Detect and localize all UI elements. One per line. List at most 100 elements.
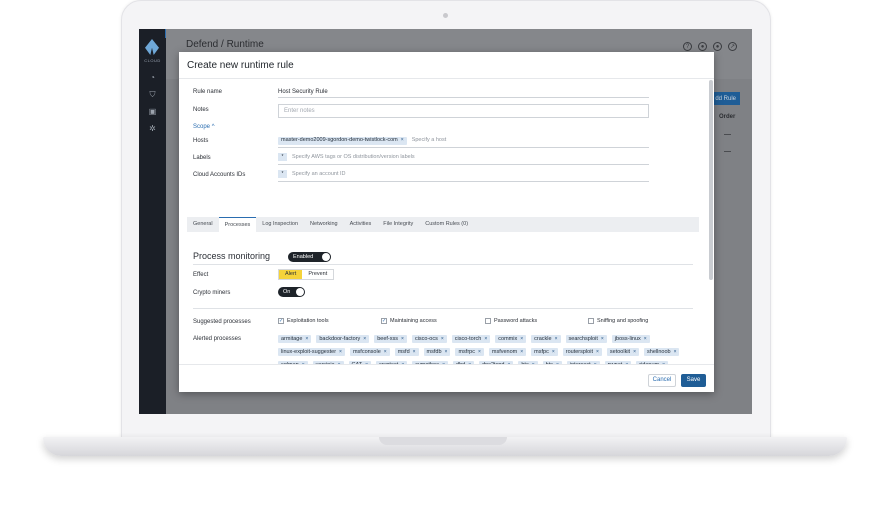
process-chip-label: msfd	[397, 348, 410, 355]
help-icon[interactable]: ?	[683, 42, 692, 51]
remove-chip-icon[interactable]: ×	[596, 349, 599, 355]
effect-alert-option[interactable]: Alert	[279, 270, 303, 279]
tab-processes[interactable]: Processes	[218, 217, 257, 232]
check-exploitation-tools[interactable]: ✓ Exploitation tools	[278, 318, 329, 324]
add-rule-button[interactable]: dd Rule	[710, 92, 740, 105]
tab-file-integrity[interactable]: File Integrity	[377, 217, 419, 232]
process-chip-label: crackle	[534, 335, 552, 342]
dialog-title: Create new runtime rule	[187, 60, 294, 71]
process-chip: msfrpc ×	[455, 347, 484, 356]
remove-chip-icon[interactable]: ×	[674, 349, 677, 355]
accounts-placeholder: Specify an account ID	[292, 171, 346, 177]
accounts-label: Cloud Accounts IDs	[193, 172, 246, 178]
share-icon[interactable]: ↗	[728, 42, 737, 51]
remove-chip-icon[interactable]: ×	[478, 349, 481, 355]
gear-icon[interactable]: ✲	[148, 124, 157, 133]
tab-log-inspection[interactable]: Log Inspection	[256, 217, 304, 232]
process-chip: msfvenom ×	[488, 347, 527, 356]
save-button[interactable]: Save	[681, 374, 706, 387]
check-sniffing-and-spoofing[interactable]: Sniffing and spoofing	[588, 318, 648, 324]
rule-name-label: Rule name	[193, 89, 223, 95]
page-title: Defend / Runtime	[186, 39, 264, 50]
process-chip-label: backdoor-factory	[319, 335, 361, 342]
crypto-miners-label: Crypto miners	[193, 290, 231, 296]
remove-chip-icon[interactable]: ×	[644, 336, 647, 342]
accounts-input[interactable]: * Specify an account ID	[278, 170, 649, 182]
remove-chip-icon[interactable]: ×	[401, 336, 404, 342]
remove-chip-icon[interactable]: ×	[445, 349, 448, 355]
labels-placeholder: Specify AWS tags or OS distribution/vers…	[292, 154, 415, 160]
toggle-label: On	[283, 289, 291, 295]
bell-icon[interactable]: ●	[698, 42, 707, 51]
check-label: Exploitation tools	[287, 318, 329, 324]
order-value	[724, 134, 731, 135]
crypto-miners-toggle[interactable]: On	[278, 287, 305, 297]
remove-chip-icon[interactable]: ×	[441, 336, 444, 342]
remove-chip-icon[interactable]: ×	[520, 336, 523, 342]
scope-toggle[interactable]: Scope ^	[193, 124, 215, 130]
remove-chip-icon[interactable]: ×	[401, 136, 404, 145]
labels-input[interactable]: * Specify AWS tags or OS distribution/ver…	[278, 153, 649, 165]
tab-activities[interactable]: Activities	[344, 217, 378, 232]
check-maintaining-access[interactable]: ✓ Maintaining access	[381, 318, 437, 324]
process-chip: linux-exploit-suggester ×	[278, 347, 345, 356]
remove-chip-icon[interactable]: ×	[484, 336, 487, 342]
process-chip: backdoor-factory ×	[316, 334, 370, 343]
shield-icon[interactable]: ⛉	[148, 90, 157, 99]
remove-chip-icon[interactable]: ×	[363, 336, 366, 342]
monitor-icon[interactable]: ▣	[148, 107, 157, 116]
process-chip-label: msfrpc	[458, 348, 475, 355]
tab-general[interactable]: General	[187, 217, 219, 232]
process-chip: crackle ×	[531, 334, 561, 343]
tab-custom-rules[interactable]: Custom Rules (0)	[419, 217, 474, 232]
process-chip: jboss-linux ×	[611, 334, 650, 343]
suggested-processes-label: Suggested processes	[193, 319, 251, 325]
notes-label: Notes	[193, 107, 209, 113]
checkbox-unchecked-icon	[485, 318, 491, 324]
tab-networking[interactable]: Networking	[304, 217, 344, 232]
dialog-scrollbar[interactable]	[709, 80, 713, 280]
remove-chip-icon[interactable]: ×	[555, 336, 558, 342]
remove-chip-icon[interactable]: ×	[413, 349, 416, 355]
effect-prevent-option[interactable]: Prevent	[302, 270, 333, 279]
divider	[193, 308, 693, 309]
process-chip-label: commix	[498, 335, 518, 342]
remove-chip-icon[interactable]: ×	[601, 336, 604, 342]
process-chip-label: cisco-torch	[454, 335, 482, 342]
remove-chip-icon[interactable]: ×	[520, 349, 523, 355]
effect-selector: Alert Prevent	[278, 269, 335, 280]
process-chip-label: jboss-linux	[614, 335, 641, 342]
process-chip-label: routersploit	[565, 348, 593, 355]
remove-chip-icon[interactable]: ×	[552, 349, 555, 355]
rule-tabs: General Processes Log Inspection Network…	[187, 217, 699, 232]
check-password-attacks[interactable]: Password attacks	[485, 318, 537, 324]
cancel-button[interactable]: Cancel	[648, 374, 676, 387]
dashboard-icon[interactable]: ◔	[148, 73, 157, 82]
notes-input[interactable]: Enter notes	[278, 104, 649, 118]
dialog-body: Rule name Host Security Rule Notes Enter…	[179, 78, 714, 364]
screen: CLOUD ◔ ⛉ ▣ ✲ Defend / Runtime ? ● ● ↗ d…	[139, 29, 752, 414]
user-icon[interactable]: ●	[713, 42, 722, 51]
process-monitoring-title: Process monitoring	[193, 251, 271, 261]
alerted-processes-input[interactable]: armitage × backdoor-factory × beef-xss × cisco…	[278, 332, 698, 364]
process-monitoring-toggle[interactable]: Enabled	[288, 252, 331, 262]
process-chip-label: shellnoob	[647, 348, 671, 355]
order-value	[724, 151, 731, 152]
process-chip-label: searchsploit	[568, 335, 598, 342]
process-chip-label: cisco-ocs	[414, 335, 438, 342]
process-chip-label: setoolkit	[609, 348, 631, 355]
toggle-knob	[322, 253, 330, 261]
remove-chip-icon[interactable]: ×	[339, 349, 342, 355]
rule-name-input[interactable]: Host Security Rule	[278, 88, 649, 98]
process-chip-label: msfvenom	[491, 348, 518, 355]
remove-chip-icon[interactable]: ×	[305, 336, 308, 342]
divider	[193, 264, 693, 265]
process-chip-label: msfconsole	[352, 348, 381, 355]
checkbox-checked-icon: ✓	[381, 318, 387, 324]
remove-chip-icon[interactable]: ×	[384, 349, 387, 355]
remove-chip-icon[interactable]: ×	[633, 349, 636, 355]
create-rule-dialog: Create new runtime rule Rule name Host S…	[179, 52, 714, 392]
host-chip: master-demo2009-sgordon-demo-twistlock-c…	[278, 136, 407, 145]
hosts-input[interactable]: master-demo2009-sgordon-demo-twistlock-c…	[278, 136, 649, 148]
logo-text: CLOUD	[144, 58, 161, 63]
